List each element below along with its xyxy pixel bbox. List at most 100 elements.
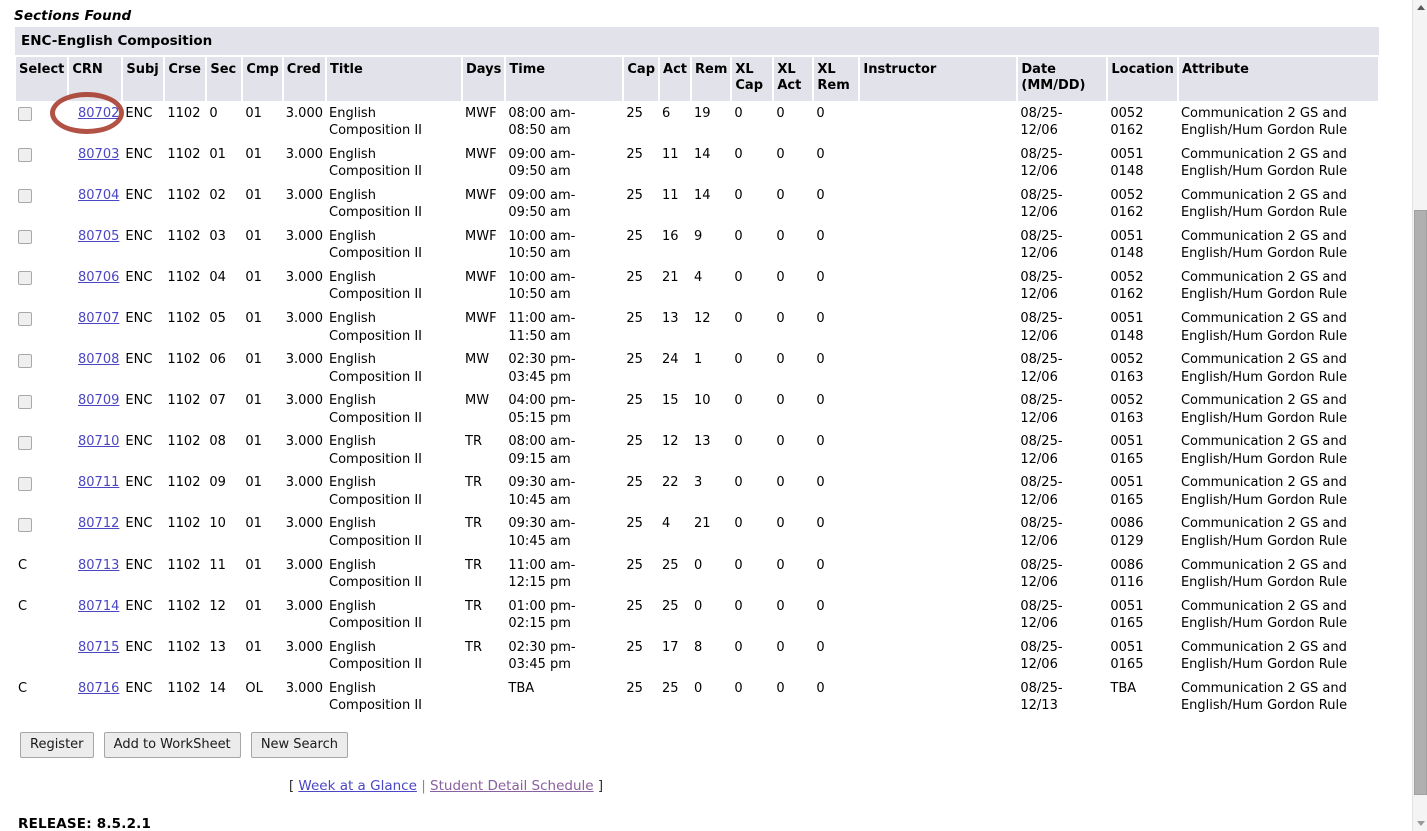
instructor-cell bbox=[859, 471, 1017, 512]
select-checkbox[interactable] bbox=[18, 312, 32, 327]
select-checkbox[interactable] bbox=[18, 189, 32, 204]
crn-link[interactable]: 80705 bbox=[78, 229, 119, 244]
scroll-down-arrow-icon[interactable] bbox=[1413, 816, 1427, 831]
attribute-cell: Communication 2 GS and English/Hum Gordo… bbox=[1180, 598, 1348, 632]
crse-cell: 1102 bbox=[167, 105, 201, 121]
location-building: 0051 bbox=[1110, 475, 1144, 491]
column-header-instructor: Instructor bbox=[858, 56, 1019, 102]
select-checkbox[interactable] bbox=[18, 353, 32, 368]
add-to-worksheet-button[interactable]: Add to WorkSheet bbox=[103, 731, 241, 758]
rem-cell: 8 bbox=[694, 639, 703, 655]
select-checkbox[interactable] bbox=[18, 271, 32, 286]
location-room: 0162 bbox=[1110, 205, 1144, 221]
crn-link[interactable]: 80714 bbox=[78, 599, 119, 614]
date-cell: 08/25- 12/06 bbox=[1017, 266, 1107, 307]
act-cell: 6 bbox=[662, 105, 671, 121]
instructor-cell bbox=[859, 348, 1017, 389]
crn-link[interactable]: 80712 bbox=[78, 516, 119, 531]
date-end: 12/06 bbox=[1020, 123, 1058, 139]
subj-cell: ENC bbox=[125, 598, 153, 614]
crn-link[interactable]: 80710 bbox=[78, 434, 119, 449]
rem-cell: 3 bbox=[694, 475, 703, 491]
select-checkbox[interactable] bbox=[18, 476, 32, 491]
time-cell: TBA bbox=[508, 680, 535, 696]
xl-rem-cell: 0 bbox=[816, 228, 825, 244]
sec-cell: 05 bbox=[209, 310, 226, 326]
select-checkbox[interactable] bbox=[18, 148, 32, 163]
cred-cell: 3.000 bbox=[285, 639, 323, 655]
instructor-cell bbox=[859, 512, 1017, 553]
xl-rem-cell: 0 bbox=[816, 639, 825, 655]
crn-cell: 80706 bbox=[68, 266, 122, 307]
sec-cell: 09 bbox=[209, 475, 226, 491]
subj-cell: ENC bbox=[125, 187, 153, 203]
scroll-up-arrow-icon[interactable] bbox=[1413, 0, 1427, 15]
xl-cap-cell: 0 bbox=[734, 269, 743, 285]
xl-cap-cell: 0 bbox=[734, 187, 743, 203]
days-cell: MWF bbox=[465, 105, 497, 121]
time-cell: 01:00 pm- 02:15 pm bbox=[505, 595, 623, 636]
week-at-a-glance-link[interactable]: Week at a Glance bbox=[298, 778, 416, 794]
date-end: 12/06 bbox=[1020, 492, 1058, 508]
crn-link[interactable]: 80711 bbox=[78, 475, 119, 490]
time-start: 09:30 am- bbox=[508, 475, 576, 491]
date-cell: 08/25- 12/06 bbox=[1017, 471, 1107, 512]
select-checkbox[interactable] bbox=[18, 107, 32, 121]
subj-cell: ENC bbox=[125, 557, 153, 573]
column-header-act: Act bbox=[658, 56, 692, 102]
sections-found-heading: Sections Found bbox=[14, 8, 132, 24]
xl-cap-cell: 0 bbox=[734, 598, 743, 614]
select-checkbox[interactable] bbox=[18, 517, 32, 532]
days-cell: MWF bbox=[465, 310, 497, 326]
location-cell: 0051 0165 bbox=[1107, 636, 1178, 677]
crn-link[interactable]: 80706 bbox=[78, 270, 119, 285]
title-cell: English Composition II bbox=[329, 557, 422, 591]
xl-rem-cell: 0 bbox=[816, 269, 825, 285]
attribute-cell: Communication 2 GS and English/Hum Gordo… bbox=[1180, 105, 1348, 139]
rem-cell: 14 bbox=[694, 187, 711, 203]
date-end: 12/13 bbox=[1020, 698, 1058, 714]
crn-link[interactable]: 80713 bbox=[78, 558, 119, 573]
sections-table-body: 80702 ENC 1102 0 01 3.000 English Composition … bbox=[15, 101, 1379, 718]
time-start: 09:00 am- bbox=[508, 187, 576, 203]
time-cell: 11:00 am- 11:50 am bbox=[505, 307, 623, 348]
crn-link[interactable]: 80715 bbox=[78, 640, 119, 655]
instructor-cell bbox=[859, 307, 1017, 348]
student-detail-schedule-link[interactable]: Student Detail Schedule bbox=[430, 778, 594, 794]
crn-link[interactable]: 80703 bbox=[78, 147, 119, 162]
xl-rem-cell: 0 bbox=[816, 310, 825, 326]
cap-cell: 25 bbox=[626, 557, 643, 573]
xl-rem-cell: 0 bbox=[816, 598, 825, 614]
subj-cell: ENC bbox=[125, 310, 153, 326]
crn-link[interactable]: 80708 bbox=[78, 352, 119, 367]
crn-link[interactable]: 80709 bbox=[78, 393, 119, 408]
register-button[interactable]: Register bbox=[20, 731, 94, 758]
act-cell: 11 bbox=[662, 187, 679, 203]
date-cell: 08/25- 12/06 bbox=[1017, 554, 1107, 595]
page-scrollbar[interactable] bbox=[1412, 0, 1427, 831]
select-checkbox[interactable] bbox=[18, 230, 32, 245]
column-header-days: Days bbox=[460, 56, 507, 102]
row-select-cell bbox=[15, 636, 68, 677]
cmp-cell: 01 bbox=[245, 557, 262, 573]
crn-link[interactable]: 80704 bbox=[78, 188, 119, 203]
crse-cell: 1102 bbox=[167, 310, 201, 326]
select-checkbox[interactable] bbox=[18, 435, 32, 450]
crn-cell: 80704 bbox=[68, 184, 122, 225]
table-row: C 80716 ENC 1102 14 OL 3.000 English Compositio… bbox=[15, 677, 1379, 718]
cap-cell: 25 bbox=[626, 393, 643, 409]
time-start: 04:00 pm- bbox=[508, 393, 576, 409]
crn-link[interactable]: 80716 bbox=[78, 681, 119, 696]
days-cell: TR bbox=[465, 516, 482, 532]
location-cell: 0052 0162 bbox=[1107, 266, 1178, 307]
open-bracket: [ bbox=[288, 777, 295, 794]
crn-link[interactable]: 80707 bbox=[78, 311, 119, 326]
select-checkbox[interactable] bbox=[18, 394, 32, 409]
crn-link[interactable]: 80702 bbox=[78, 106, 119, 121]
new-search-button[interactable]: New Search bbox=[250, 731, 348, 758]
cap-cell: 25 bbox=[626, 269, 643, 285]
location-building: 0052 bbox=[1110, 352, 1144, 368]
days-cell: TR bbox=[465, 557, 482, 573]
rem-cell: 0 bbox=[694, 557, 703, 573]
scrollbar-thumb[interactable] bbox=[1414, 210, 1427, 795]
